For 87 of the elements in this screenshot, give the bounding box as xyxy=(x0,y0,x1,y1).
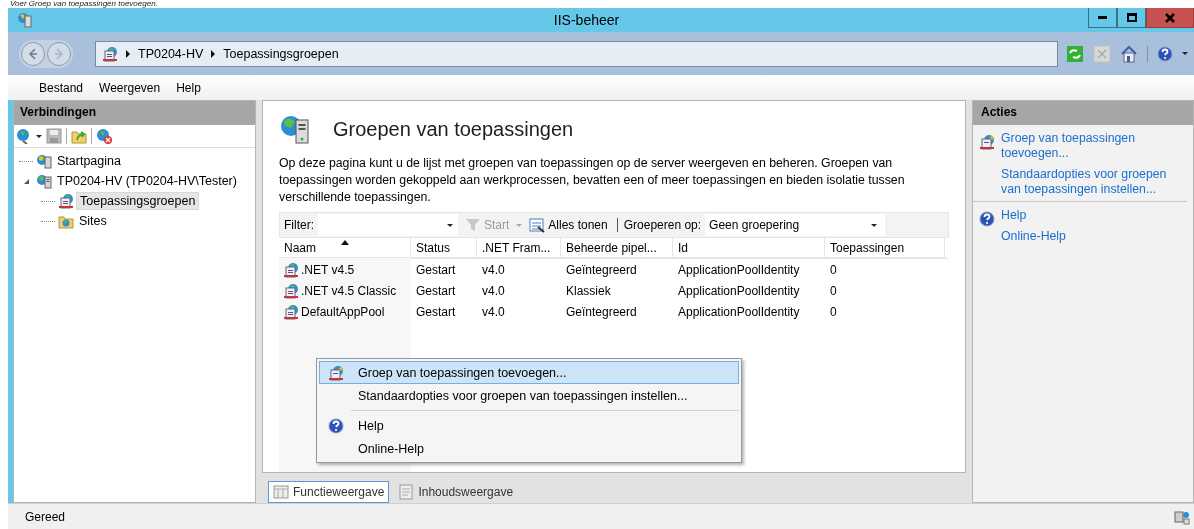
table-cell-text: Gestart xyxy=(415,303,457,321)
table-cell-text: ApplicationPoolIdentity xyxy=(677,303,801,321)
home-icon[interactable] xyxy=(1120,44,1138,63)
help-icon[interactable] xyxy=(1157,45,1173,62)
page-title: Groepen van toepassingen xyxy=(333,117,574,141)
panel-header: Acties xyxy=(973,101,1193,125)
breadcrumb-item[interactable]: TP0204-HV xyxy=(138,46,204,61)
column-header[interactable]: Naam xyxy=(279,238,411,258)
maximize-button[interactable] xyxy=(1117,8,1146,28)
address-field[interactable]: TP0204-HV Toepassingsgroepen xyxy=(95,40,1058,67)
maximize-icon xyxy=(1126,13,1137,22)
globe-document-icon xyxy=(283,282,299,299)
help-icon xyxy=(979,211,995,227)
context-menu-item[interactable]: Standaardopties voor groepen van toepassingen instellen... xyxy=(319,384,739,407)
sort-arrow-icon xyxy=(341,240,349,245)
close-button[interactable] xyxy=(1146,8,1194,28)
tree-item[interactable]: TP0204-HV (TP0204-HV\Tester) xyxy=(54,173,240,189)
pool-add-icon xyxy=(328,364,344,381)
table-cell-text: Geïntegreerd xyxy=(565,303,638,321)
table-cell-text: Gestart xyxy=(415,261,457,279)
globe-server-icon xyxy=(279,113,311,145)
table-cell-text: v4.0 xyxy=(481,303,506,321)
table-cell-text: 0 xyxy=(829,303,838,321)
globe-document-icon xyxy=(283,303,299,320)
pool-add-icon xyxy=(979,134,995,150)
table-cell-text: Klassiek xyxy=(565,282,612,300)
panel-header: Verbindingen xyxy=(14,101,255,125)
globe-document-icon xyxy=(283,261,299,278)
table-cell-text: v4.0 xyxy=(481,282,506,300)
caption-text: Voer Groep van toepassingen toevoegen. xyxy=(9,0,159,8)
view-tab[interactable]: Inhoudsweergave xyxy=(393,481,519,503)
column-header[interactable]: Toepassingen xyxy=(825,238,945,258)
table-cell-text: Geïntegreerd xyxy=(565,261,638,279)
globe-document-icon xyxy=(58,193,74,209)
page-description: Op deze pagina kunt u de lijst met groepen van toepassingen op de server weergeven en beheren. Groepen van toepassingen worden gekoppeld aan werkprocessen, bevatten een of meer toepassingen en bieden isolatie tussen verschillende toepassingen. xyxy=(279,155,906,206)
table-cell-text: ApplicationPoolIdentity xyxy=(677,282,801,300)
chevron-icon xyxy=(126,49,130,58)
table-cell-text: 0 xyxy=(829,261,838,279)
action-link[interactable]: Standaardopties voor groepen van toepassingen instellen... xyxy=(1001,167,1183,197)
network-status-icon xyxy=(1174,508,1190,525)
table-cell: DefaultAppPool xyxy=(279,301,411,322)
refresh-icon[interactable] xyxy=(1066,44,1084,63)
view-tab[interactable]: Functieweergave xyxy=(268,481,390,503)
window-title: IIS-beheer xyxy=(552,12,621,28)
folder-arrow-icon[interactable] xyxy=(71,128,87,144)
table-cell: .NET v4.5 xyxy=(279,259,411,280)
expanded-arrow-icon[interactable] xyxy=(22,177,30,185)
breadcrumb-item[interactable]: Toepassingsgroepen xyxy=(223,46,339,61)
action-link[interactable]: Online-Help xyxy=(1001,229,1066,244)
menu-item[interactable]: Bestand xyxy=(31,80,92,95)
folder-globe-icon xyxy=(58,213,74,229)
status-text: Gereed xyxy=(25,509,66,524)
server-app-icon xyxy=(17,12,33,28)
globe-connect-icon[interactable] xyxy=(16,128,32,144)
column-header[interactable]: Status xyxy=(411,238,477,258)
context-menu-item[interactable]: Help xyxy=(319,414,739,437)
table-cell: .NET v4.5 Classic xyxy=(279,280,411,301)
globe-server-icon xyxy=(36,173,52,189)
save-icon[interactable] xyxy=(46,128,62,144)
column-header[interactable]: Beheerde pipel... xyxy=(561,238,673,258)
globe-remove-icon[interactable] xyxy=(96,128,112,144)
caret-icon xyxy=(36,134,42,138)
context-menu-item[interactable]: Groep van toepassingen toevoegen... xyxy=(319,361,739,384)
tree-item[interactable]: Startpagina xyxy=(54,153,124,169)
table-cell-text: Gestart xyxy=(415,282,457,300)
minimize-icon xyxy=(1098,16,1107,19)
tree-item[interactable]: Sites xyxy=(76,213,110,229)
menu-item[interactable]: Weergeven xyxy=(91,80,169,95)
minimize-button[interactable] xyxy=(1088,8,1117,28)
menu-item[interactable]: Help xyxy=(168,80,209,95)
tree-item[interactable]: Toepassingsgroepen xyxy=(76,192,200,210)
globe-home-icon xyxy=(36,153,52,169)
grid-icon xyxy=(273,484,289,500)
context-menu-item[interactable]: Online-Help xyxy=(319,437,739,460)
action-link[interactable]: Help xyxy=(1001,208,1066,223)
action-link[interactable]: Groep van toepassingen toevoegen... xyxy=(1001,131,1183,161)
globe-document-icon xyxy=(102,45,118,62)
help-icon xyxy=(328,417,344,434)
table-cell-text: 0 xyxy=(829,282,838,300)
table-cell-text: ApplicationPoolIdentity xyxy=(677,261,801,279)
caret-icon xyxy=(1182,52,1188,55)
close-icon xyxy=(1165,12,1175,23)
column-header[interactable]: .NET Fram... xyxy=(477,238,561,258)
column-header[interactable]: Id xyxy=(673,238,825,258)
chevron-icon xyxy=(211,49,216,58)
table-cell-text: v4.0 xyxy=(481,261,506,279)
document-icon xyxy=(398,484,415,500)
